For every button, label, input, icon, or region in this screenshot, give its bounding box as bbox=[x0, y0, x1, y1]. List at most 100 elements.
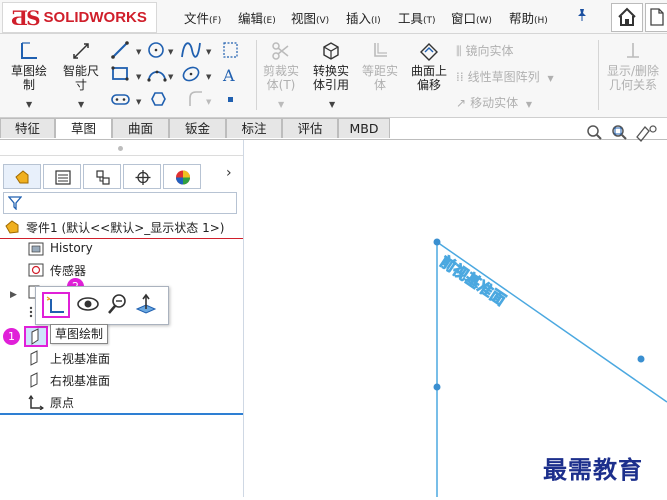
pin-icon[interactable] bbox=[576, 8, 588, 26]
tree-item-part[interactable]: 零件1 (默认<<默认>_显示状态 1>) bbox=[4, 219, 240, 237]
manager-tabs bbox=[3, 164, 243, 190]
panel-divider bbox=[0, 155, 243, 156]
zoom-to-selection-icon[interactable] bbox=[106, 292, 132, 318]
configuration-manager-icon[interactable] bbox=[83, 164, 121, 189]
zoom-to-fit-icon[interactable] bbox=[587, 125, 602, 140]
show-hide-icon[interactable] bbox=[76, 292, 102, 318]
svg-text:▼: ▼ bbox=[136, 98, 142, 106]
display-delete-relations-button[interactable]: 显示/删除 几何关系 bbox=[602, 40, 664, 92]
tab-sheet-metal[interactable]: 钣金 bbox=[169, 118, 226, 138]
front-plane-drawing[interactable]: 前视基准面 bbox=[244, 140, 667, 497]
previous-view-icon[interactable] bbox=[636, 125, 657, 142]
fillet-icon[interactable] bbox=[189, 91, 202, 106]
panel-grip[interactable] bbox=[118, 146, 123, 151]
spline-icon[interactable] bbox=[181, 42, 201, 58]
solidworks-logo[interactable]: ƋS SOLIDWORKS bbox=[2, 2, 157, 33]
svg-text:▼: ▼ bbox=[136, 48, 142, 56]
trim-dropdown-icon[interactable]: ▼ bbox=[278, 100, 284, 109]
trim-entities-button[interactable]: 剪裁实 体(T) bbox=[258, 40, 304, 92]
watermark-text: 最需教育 bbox=[543, 455, 643, 484]
svg-text:▼: ▼ bbox=[136, 73, 142, 81]
chevron-right-icon[interactable]: › bbox=[226, 165, 232, 181]
title-bar: ƋS SOLIDWORKS 文件(F) 编辑(E) 视图(V) 插入(I) 工具… bbox=[0, 0, 667, 34]
smart-dimension-button[interactable]: 智能尺 寸 bbox=[58, 40, 104, 92]
home-icon[interactable] bbox=[611, 3, 643, 32]
tree-underline bbox=[0, 238, 243, 239]
tree-item-sensors[interactable]: 传感器 bbox=[28, 262, 228, 280]
graphics-area[interactable]: 前视基准面 bbox=[244, 140, 667, 497]
plane-icon bbox=[31, 328, 39, 345]
tab-mbd[interactable]: MBD bbox=[338, 118, 390, 138]
tree-item-history[interactable]: History bbox=[28, 241, 228, 259]
dimxpert-icon[interactable] bbox=[123, 164, 161, 189]
circle-icon[interactable] bbox=[148, 42, 164, 58]
origin-icon bbox=[28, 394, 44, 410]
offset-icon bbox=[374, 43, 387, 57]
sketch-entities-group: ▼ ▼ ▼ ▼ ▼ ▼ A ▼ ▼ bbox=[111, 41, 238, 106]
sketch-dropdown-icon[interactable]: ▼ bbox=[26, 100, 32, 109]
convert-entities-icon bbox=[323, 42, 339, 60]
tree-item-top-plane[interactable]: 上视基准面 bbox=[28, 350, 228, 368]
filter-icon bbox=[8, 196, 22, 210]
menu-insert[interactable]: 插入(I) bbox=[346, 8, 381, 27]
ellipse-icon[interactable] bbox=[181, 65, 201, 83]
new-document-icon[interactable] bbox=[645, 3, 667, 32]
offset-on-surface-button[interactable]: 曲面上 偏移 bbox=[406, 40, 452, 92]
zoom-to-area-icon[interactable] bbox=[612, 125, 627, 140]
tab-features[interactable]: 特征 bbox=[0, 118, 55, 138]
tree-item-right-plane[interactable]: 右视基准面 bbox=[28, 372, 228, 390]
tab-markup[interactable]: 标注 bbox=[226, 118, 282, 138]
panel-bottom-border bbox=[0, 413, 243, 415]
sketch-button-context[interactable] bbox=[42, 292, 70, 318]
display-manager-icon[interactable] bbox=[163, 164, 201, 189]
part-icon bbox=[5, 220, 19, 234]
svg-text:▼: ▼ bbox=[206, 73, 212, 81]
tab-evaluate[interactable]: 评估 bbox=[282, 118, 338, 138]
tree-item-origin[interactable]: 原点 bbox=[28, 394, 228, 412]
mirror-entities-button[interactable]: ⫼ 镜向实体 bbox=[456, 42, 514, 59]
arc-icon[interactable] bbox=[147, 70, 167, 82]
property-manager-icon[interactable] bbox=[43, 164, 81, 189]
svg-text:▼: ▼ bbox=[168, 48, 174, 56]
offset-entities-button[interactable]: 等距实 体 bbox=[357, 40, 403, 92]
svg-text:▼: ▼ bbox=[206, 98, 212, 106]
sketch-icon bbox=[46, 296, 64, 313]
menu-view[interactable]: 视图(V) bbox=[291, 8, 329, 27]
trim-icon bbox=[272, 42, 289, 60]
menu-window[interactable]: 窗口(W) bbox=[451, 8, 492, 27]
polygon-icon[interactable] bbox=[151, 92, 166, 106]
plane-icon bbox=[30, 372, 38, 388]
convert-entities-button[interactable]: 转换实 体引用 bbox=[306, 40, 356, 92]
line-icon[interactable] bbox=[111, 41, 129, 59]
normal-to-icon[interactable] bbox=[134, 292, 160, 318]
tab-surfaces[interactable]: 曲面 bbox=[112, 118, 169, 138]
tab-sketch[interactable]: 草图 bbox=[55, 118, 112, 138]
slot-icon[interactable] bbox=[111, 94, 130, 105]
sketch-plane-icon[interactable] bbox=[223, 42, 238, 58]
sketch-button[interactable]: 草图绘 制 bbox=[6, 40, 52, 92]
move-entities-button[interactable]: ↗ 移动实体 ▼ bbox=[456, 94, 532, 111]
linear-pattern-button[interactable]: ⁞⁞ 线性草图阵列 ▼ bbox=[456, 68, 554, 85]
sketch-icon bbox=[21, 42, 37, 59]
text-icon[interactable]: A bbox=[222, 66, 235, 85]
menu-help[interactable]: 帮助(H) bbox=[509, 8, 548, 27]
menu-edit[interactable]: 编辑(E) bbox=[238, 8, 276, 27]
point-icon[interactable] bbox=[228, 97, 233, 102]
command-manager: 草图绘 制 ▼ 智能尺 寸 ▼ ▼ ▼ ▼ ▼ ▼ ▼ A ▼ ▼ 剪裁实 体(… bbox=[0, 34, 667, 118]
convert-dropdown-icon[interactable]: ▼ bbox=[329, 100, 335, 109]
rectangle-icon[interactable] bbox=[111, 66, 129, 81]
svg-text:A: A bbox=[222, 66, 235, 85]
relations-icon bbox=[627, 43, 639, 58]
svg-text:▼: ▼ bbox=[168, 73, 174, 81]
feature-manager-icon[interactable] bbox=[3, 164, 41, 189]
smart-dimension-dropdown-icon[interactable]: ▼ bbox=[78, 100, 84, 109]
tree-item-front-plane[interactable] bbox=[24, 326, 48, 347]
logo-text: SOLIDWORKS bbox=[43, 9, 147, 26]
command-tabs: 特征 草图 曲面 钣金 标注 评估 MBD bbox=[0, 118, 390, 139]
menu-tools[interactable]: 工具(T) bbox=[398, 8, 436, 27]
tree-expand-arrow[interactable]: ▶ bbox=[10, 286, 30, 304]
menu-file[interactable]: 文件(F) bbox=[184, 8, 221, 27]
plane-icon bbox=[30, 350, 38, 366]
filter-box[interactable] bbox=[3, 192, 237, 214]
tooltip-sketch: 草图绘制 bbox=[50, 324, 109, 344]
